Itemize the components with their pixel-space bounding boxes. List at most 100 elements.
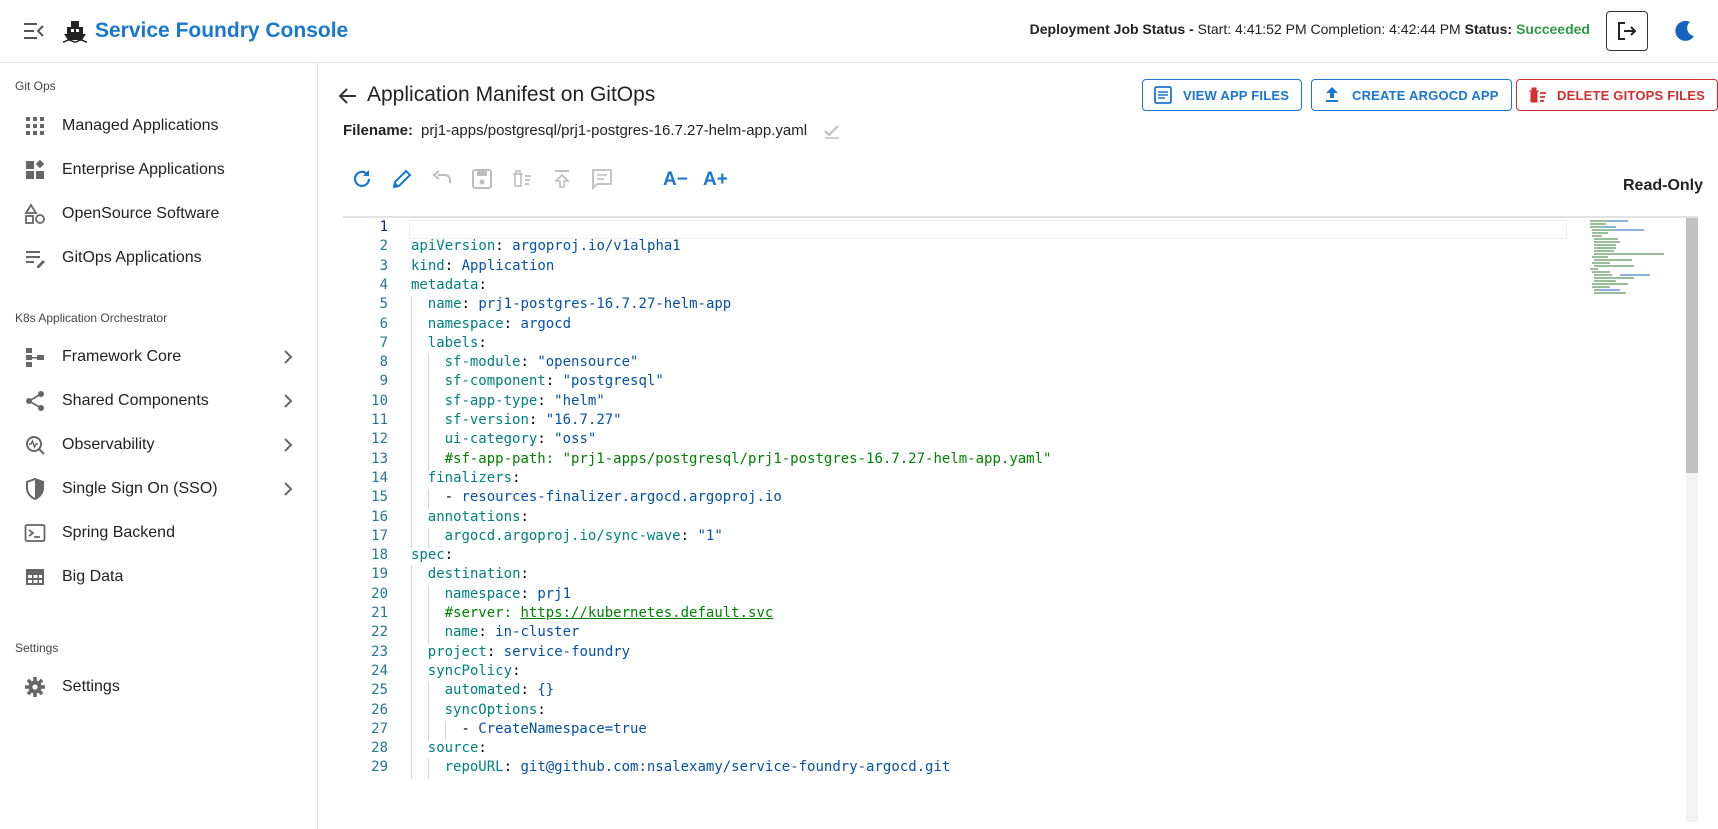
editor-line[interactable]: 24 syncPolicy:	[343, 662, 1580, 684]
indent-guide	[427, 354, 429, 375]
sidebar-item-settings[interactable]: Settings	[0, 665, 317, 709]
editor-line[interactable]: 11 sf-version: "16.7.27"	[343, 412, 1580, 433]
sidebar-item-shared-components[interactable]: Shared Components	[0, 379, 317, 423]
yaml-value: Application	[461, 257, 555, 274]
editor-line[interactable]: 4 metadata:	[343, 277, 1580, 298]
editor-line[interactable]: 19 destination:	[343, 566, 1580, 587]
editor-line[interactable]: 29 repoURL: git@github.com:nsalexamy/serv…	[343, 759, 1580, 780]
editor-line[interactable]: 27 - CreateNamespace=true	[343, 720, 1580, 742]
refresh-icon[interactable]	[350, 167, 374, 191]
indent-guide	[427, 373, 429, 394]
job-status-label: Deployment Job Status -	[1029, 21, 1194, 37]
yaml-separator: :	[520, 585, 538, 602]
back-arrow-icon[interactable]	[337, 85, 359, 107]
indent-guide	[411, 682, 412, 703]
sidebar-item-gitops-applications[interactable]: GitOps Applications	[0, 236, 317, 280]
editor-line[interactable]: 9 sf-component: "postgresql"	[343, 373, 1580, 394]
indent-guide	[427, 527, 429, 548]
code-text: syncPolicy:	[428, 663, 521, 679]
code-text: sf-component: "postgresql"	[445, 373, 664, 389]
create-argocd-app-button[interactable]: CREATE ARGOCD APP	[1311, 79, 1512, 111]
yaml-separator: :	[478, 740, 487, 757]
editor-line[interactable]: 5 name: prj1-postgres-16.7.27-helm-app	[343, 296, 1580, 317]
line-number: 25	[371, 682, 388, 699]
undo-icon	[430, 167, 454, 191]
editor-line[interactable]: 10 sf-app-type: "helm"	[343, 392, 1580, 414]
indent-guide	[411, 315, 412, 336]
sidebar: Git Ops Managed Applications Enterprise …	[0, 63, 318, 829]
editor-line[interactable]: 18 spec:	[343, 547, 1580, 568]
editor-line[interactable]: 25 automated: {}	[343, 682, 1580, 703]
yaml-key: annotations	[427, 508, 521, 525]
monitor-search-icon	[24, 434, 46, 456]
editor-line[interactable]: 2 apiVersion: argoproj.io/v1alpha1	[343, 238, 1580, 259]
yaml-separator: :	[520, 566, 529, 583]
yaml-value: prj1-postgres-16.7.27-helm-app	[478, 296, 732, 313]
editor-line[interactable]: 8 sf-module: "opensource"	[343, 354, 1580, 375]
line-number: 1	[379, 219, 388, 235]
sidebar-item-label: Observability	[62, 436, 155, 453]
sidebar-item-opensource-software[interactable]: OpenSource Software	[0, 192, 317, 236]
app-title[interactable]: Service Foundry Console	[95, 19, 348, 43]
menu-collapse-icon[interactable]	[22, 20, 46, 42]
editor-line[interactable]: 3 kind: Application	[343, 258, 1580, 279]
view-app-files-button[interactable]: VIEW APP FILES	[1142, 79, 1303, 111]
editor-line[interactable]: 23 project: service-foundry	[343, 643, 1580, 665]
logout-button[interactable]	[1606, 11, 1648, 51]
line-number: 17	[371, 527, 388, 544]
code-editor[interactable]: 1 2 apiVersion: argoproj.io/v1alpha1 3 kind:…	[343, 216, 1698, 822]
editor-line[interactable]: 15 - resources-finalizer.argocd.argoproj.…	[343, 489, 1580, 510]
yaml-value: git@github.com:nsalexamy/service-foundry…	[520, 759, 951, 776]
editor-scrollbar-thumb[interactable]	[1686, 218, 1698, 473]
theme-toggle-moon-icon[interactable]	[1672, 18, 1698, 44]
editor-line[interactable]: 13 #sf-app-path: "prj1-apps/postgresql/pr…	[343, 450, 1580, 472]
sidebar-item-observability[interactable]: Observability	[0, 423, 317, 467]
indent-guide	[427, 412, 429, 432]
yaml-key: repoURL	[444, 759, 504, 776]
yaml-key: sf-component	[444, 373, 546, 390]
sidebar-item-sso[interactable]: Single Sign On (SSO)	[0, 467, 317, 511]
code-text: annotations:	[428, 509, 529, 525]
line-number: 5	[379, 296, 388, 313]
editor-minimap[interactable]	[1588, 218, 1680, 298]
delete-gitops-files-button[interactable]: DELETE GITOPS FILES	[1516, 79, 1718, 111]
filename-label: Filename:	[343, 122, 414, 139]
editor-line[interactable]: 6 namespace: argocd	[343, 315, 1580, 337]
sidebar-item-managed-applications[interactable]: Managed Applications	[0, 104, 317, 148]
code-text: argocd.argoproj.io/sync-wave: "1"	[445, 528, 723, 544]
yaml-key: namespace	[444, 585, 521, 602]
check-edit-icon[interactable]	[823, 123, 841, 139]
editor-line[interactable]: 22 name: in-cluster	[343, 624, 1580, 645]
line-number: 6	[379, 315, 388, 332]
yaml-key: #sf-app-path: "prj1-apps/postgresql/prj1…	[444, 450, 1052, 467]
font-decrease-button[interactable]: A−	[663, 169, 691, 193]
line-number: 11	[371, 412, 388, 428]
sidebar-item-big-data[interactable]: Big Data	[0, 555, 317, 599]
line-number: 15	[371, 489, 388, 506]
editor-line[interactable]: 17 argocd.argoproj.io/sync-wave: "1"	[343, 527, 1580, 549]
sidebar-item-spring-backend[interactable]: Spring Backend	[0, 511, 317, 555]
yaml-url-link[interactable]: https://kubernetes.default.svc	[520, 605, 773, 621]
font-increase-button[interactable]: A+	[703, 169, 731, 193]
editor-line[interactable]: 28 source:	[343, 740, 1580, 761]
sidebar-item-enterprise-applications[interactable]: Enterprise Applications	[0, 148, 317, 192]
yaml-separator: :	[537, 701, 546, 718]
editor-line[interactable]: 14 finalizers:	[343, 469, 1580, 491]
line-number: 10	[371, 392, 388, 409]
editor-line[interactable]: 21 #server: https://kubernetes.default.sv…	[343, 605, 1580, 626]
indent-guide	[427, 759, 429, 780]
editor-line[interactable]: 1	[343, 219, 1580, 240]
editor-line[interactable]: 26 syncOptions:	[343, 701, 1580, 723]
sidebar-item-framework-core[interactable]: Framework Core	[0, 335, 317, 379]
editor-line[interactable]: 7 labels:	[343, 334, 1580, 356]
sidebar-item-label: Enterprise Applications	[62, 161, 225, 178]
table-icon	[24, 566, 46, 588]
yaml-separator: :	[537, 392, 555, 409]
line-number: 20	[371, 585, 388, 602]
editor-line[interactable]: 20 namespace: prj1	[343, 585, 1580, 607]
editor-line[interactable]: 16 annotations:	[343, 508, 1580, 530]
yaml-key: ui-category	[444, 431, 538, 448]
edit-pencil-icon[interactable]	[390, 167, 414, 191]
sidebar-item-label: Shared Components	[62, 392, 209, 409]
editor-line[interactable]: 12 ui-category: "oss"	[343, 431, 1580, 452]
